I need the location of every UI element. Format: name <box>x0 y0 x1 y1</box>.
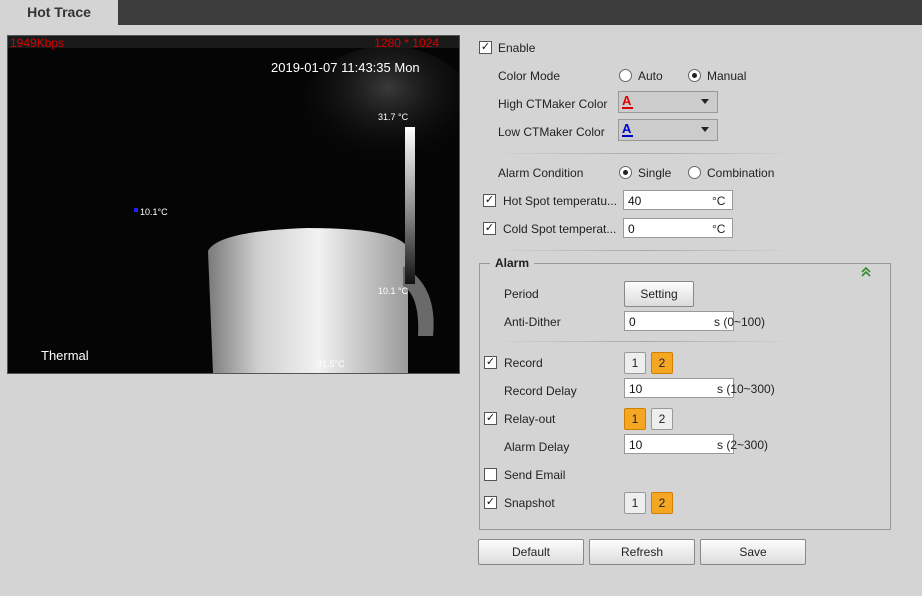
record-checkbox[interactable]: ✓ <box>484 356 497 369</box>
temperature-color-bar <box>405 127 415 284</box>
timestamp-overlay: 2019-01-07 11:43:35 Mon <box>271 60 420 75</box>
top-bar <box>0 0 922 25</box>
record-delay-label: Record Delay <box>504 384 577 398</box>
tab-hot-trace[interactable]: Hot Trace <box>0 0 118 25</box>
period-setting-button[interactable]: Setting <box>624 281 694 307</box>
alarm-condition-combination-radio[interactable] <box>688 166 701 179</box>
anti-dither-label: Anti-Dither <box>504 315 561 329</box>
cold-spot-checkbox[interactable]: ✓ <box>483 222 496 235</box>
period-label: Period <box>504 287 539 301</box>
alarm-condition-single-label: Single <box>638 166 672 180</box>
send-email-label: Send Email <box>504 468 566 482</box>
low-ctmaker-color-label: Low CTMaker Color <box>498 125 605 139</box>
cold-spot-temperature-label: Cold Spot temperat... <box>503 222 617 236</box>
anti-dither-range: s (0~100) <box>714 315 766 329</box>
high-ctmaker-color-select[interactable]: A <box>618 91 718 113</box>
chevron-down-icon <box>701 99 709 104</box>
hot-spot-label: 31.5°C <box>317 359 345 369</box>
snapshot-channel-2[interactable]: 2 <box>651 492 673 514</box>
color-mode-manual-radio[interactable] <box>688 69 701 82</box>
high-color-swatch-letter: A <box>622 93 632 108</box>
hot-spot-unit: °C <box>712 194 726 208</box>
default-button[interactable]: Default <box>478 539 584 565</box>
record-channel-1[interactable]: 1 <box>624 352 646 374</box>
alarm-condition-label: Alarm Condition <box>498 166 584 180</box>
alarm-delay-label: Alarm Delay <box>504 440 570 454</box>
high-color-underline <box>622 107 633 109</box>
color-mode-auto-label: Auto <box>638 69 663 83</box>
thermal-video-preview: 1949Kbps 1280 * 1024 2019-01-07 11:43:35… <box>7 35 460 374</box>
section-divider <box>490 250 800 251</box>
cold-spot-label: 10.1°C <box>140 207 168 217</box>
chevron-down-icon <box>701 127 709 132</box>
alarm-group-title: Alarm <box>490 256 535 270</box>
high-ctmaker-color-label: High CTMaker Color <box>498 97 608 111</box>
cold-spot-unit: °C <box>712 222 726 236</box>
collapse-up-icon[interactable] <box>860 266 872 281</box>
relay-out-label: Relay-out <box>504 412 556 426</box>
refresh-button[interactable]: Refresh <box>589 539 695 565</box>
alarm-delay-range: s (2~300) <box>717 438 769 452</box>
scale-max-label: 31.7 °C <box>378 112 409 122</box>
send-email-checkbox[interactable] <box>484 468 497 481</box>
relay-out-channel-2[interactable]: 2 <box>651 408 673 430</box>
resolution-overlay: 1280 * 1024 <box>374 36 439 50</box>
relay-out-channel-1[interactable]: 1 <box>624 408 646 430</box>
record-channel-2[interactable]: 2 <box>651 352 673 374</box>
section-divider <box>490 341 800 342</box>
alarm-condition-combination-label: Combination <box>707 166 775 180</box>
snapshot-checkbox[interactable]: ✓ <box>484 496 497 509</box>
save-button[interactable]: Save <box>700 539 806 565</box>
low-color-underline <box>622 135 633 137</box>
relay-out-checkbox[interactable]: ✓ <box>484 412 497 425</box>
hot-spot-temperature-label: Hot Spot temperatu... <box>503 194 618 208</box>
thermal-image <box>8 46 459 373</box>
snapshot-channel-1[interactable]: 1 <box>624 492 646 514</box>
snapshot-label: Snapshot <box>504 496 555 510</box>
bitrate-overlay: 1949Kbps <box>10 36 65 50</box>
section-divider <box>490 153 800 154</box>
color-mode-label: Color Mode <box>498 69 561 83</box>
color-mode-auto-radio[interactable] <box>619 69 632 82</box>
color-mode-manual-label: Manual <box>707 69 747 83</box>
scale-min-label: 10.1 °C <box>378 286 409 296</box>
low-ctmaker-color-select[interactable]: A <box>618 119 718 141</box>
low-color-swatch-letter: A <box>622 121 632 136</box>
channel-name-overlay: Thermal <box>41 348 89 363</box>
alarm-condition-single-radio[interactable] <box>619 166 632 179</box>
enable-label: Enable <box>498 41 536 55</box>
hot-spot-checkbox[interactable]: ✓ <box>483 194 496 207</box>
enable-checkbox[interactable]: ✓ <box>479 41 492 54</box>
record-delay-range: s (10~300) <box>717 382 775 396</box>
cold-spot-marker <box>134 208 138 212</box>
record-label: Record <box>504 356 543 370</box>
